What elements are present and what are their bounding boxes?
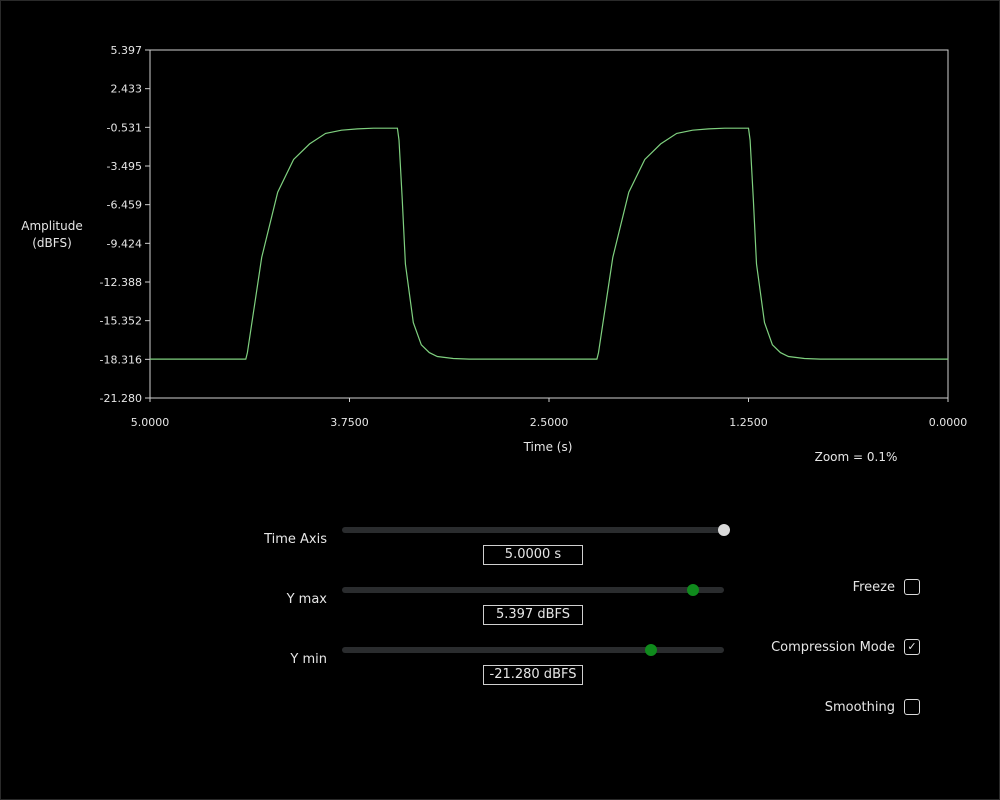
time-axis-label: Time Axis [264,532,327,547]
y-min-value-field[interactable]: -21.280 dBFS [483,665,583,685]
compression-mode-checkbox[interactable]: ✓ [904,639,920,655]
x-tick-label: 0.0000 [929,416,968,429]
time-axis-value-field[interactable]: 5.0000 s [483,545,583,565]
x-tick-label: 2.5000 [530,416,569,429]
x-tick-label: 3.7500 [330,416,369,429]
y-axis-label-line1: Amplitude [21,219,83,233]
y-tick-label: -6.459 [107,199,142,212]
y-tick-label: -9.424 [107,237,142,250]
compression-mode-label: Compression Mode [771,640,895,655]
y-tick-label: -0.531 [107,121,142,134]
y-min-slider[interactable] [342,644,724,656]
freeze-checkbox[interactable] [904,579,920,595]
y-tick-label: 5.397 [111,44,143,57]
time-axis-slider-thumb[interactable] [718,524,730,536]
y-tick-label: -15.352 [100,315,142,328]
y-axis-label-line2: (dBFS) [32,236,72,250]
y-tick-label: 2.433 [111,83,143,96]
smoothing-checkbox[interactable] [904,699,920,715]
y-min-label: Y min [290,652,327,667]
y-axis-label: Amplitude (dBFS) [18,218,86,252]
y-tick-label: -12.388 [100,276,142,289]
y-max-value-field[interactable]: 5.397 dBFS [483,605,583,625]
x-axis-label: Time (s) [523,440,573,454]
smoothing-label: Smoothing [824,700,895,715]
x-axis-ticks: 5.0000 3.7500 2.5000 1.2500 0.0000 [131,398,968,429]
y-max-slider[interactable] [342,584,724,596]
freeze-label: Freeze [852,580,895,595]
y-tick-label: -21.280 [100,392,142,405]
zoom-readout: Zoom = 0.1% [814,450,898,464]
time-axis-slider[interactable] [342,524,730,536]
x-tick-label: 5.0000 [131,416,170,429]
y-tick-label: -18.316 [100,353,142,366]
x-tick-label: 1.2500 [729,416,768,429]
scope-plot: 5.397 2.433 -0.531 -3.495 -6.459 -9.424 -12.38… [100,44,968,429]
y-axis-ticks: 5.397 2.433 -0.531 -3.495 -6.459 -9.424 -12.38… [100,44,150,405]
y-max-label: Y max [286,592,327,607]
y-tick-label: -3.495 [107,160,142,173]
